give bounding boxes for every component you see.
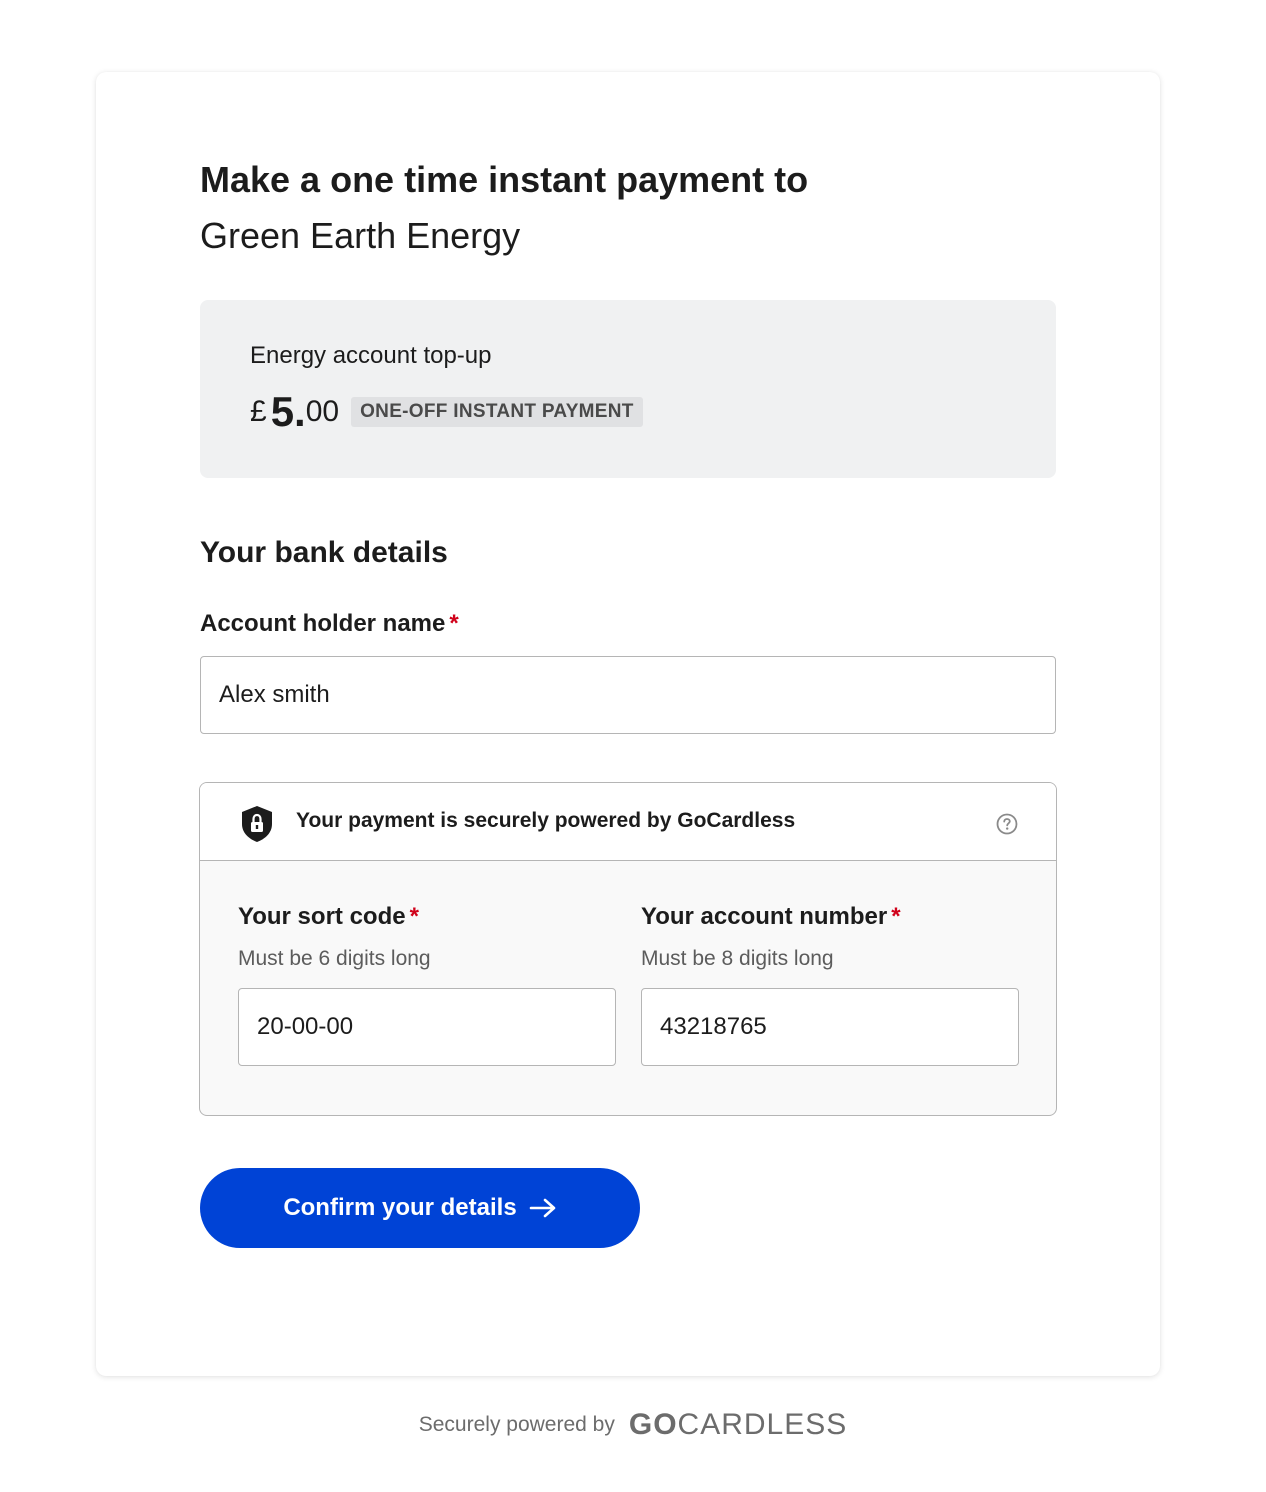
page-title: Make a one time instant payment to xyxy=(200,159,809,200)
amount-major: 5. xyxy=(270,388,306,435)
sort-code-hint: Must be 6 digits long xyxy=(238,947,431,970)
account-number-input[interactable] xyxy=(641,988,1019,1066)
payment-type-badge: ONE-OFF INSTANT PAYMENT xyxy=(351,397,643,427)
footer-text: Securely powered by xyxy=(418,1413,615,1436)
arrow-right-icon xyxy=(529,1198,555,1218)
account-number-hint: Must be 8 digits long xyxy=(641,947,834,970)
sort-code-label: Your sort code * xyxy=(238,903,419,931)
secure-details-box: Your payment is securely powered by GoCa… xyxy=(199,782,1057,1116)
shield-lock-icon xyxy=(242,806,272,842)
account-holder-label-text: Account holder name xyxy=(200,610,446,637)
amount-minor: 00 xyxy=(305,395,340,428)
question-circle-icon[interactable] xyxy=(996,813,1018,835)
confirm-details-button[interactable]: Confirm your details xyxy=(200,1168,640,1248)
secure-header: Your payment is securely powered by GoCa… xyxy=(200,783,1056,861)
account-number-label-text: Your account number xyxy=(641,903,888,930)
merchant-name: Green Earth Energy xyxy=(200,215,521,256)
required-mark: * xyxy=(891,903,901,930)
footer: Securely powered by GOCARDLESS xyxy=(0,1408,1266,1442)
bank-details-heading: Your bank details xyxy=(200,536,448,569)
payment-summary: Energy account top-up £ 5. 00 ONE-OFF IN… xyxy=(200,300,1056,478)
sort-code-label-text: Your sort code xyxy=(238,903,406,930)
currency-symbol: £ xyxy=(250,395,267,428)
required-mark: * xyxy=(449,610,459,637)
payment-card: Make a one time instant payment to Green… xyxy=(96,72,1160,1376)
account-holder-input[interactable] xyxy=(200,656,1056,734)
account-number-label: Your account number * xyxy=(641,903,901,931)
sort-code-input[interactable] xyxy=(238,988,616,1066)
payment-amount: £ 5. 00 ONE-OFF INSTANT PAYMENT xyxy=(250,388,643,436)
gocardless-logo: GOCARDLESS xyxy=(629,1408,847,1442)
account-holder-label: Account holder name * xyxy=(200,610,459,638)
logo-cardless: CARDLESS xyxy=(677,1408,848,1441)
logo-go: GO xyxy=(628,1408,678,1441)
secure-notice: Your payment is securely powered by GoCa… xyxy=(296,809,796,832)
payment-description: Energy account top-up xyxy=(250,342,492,369)
confirm-button-label: Confirm your details xyxy=(283,1194,517,1221)
required-mark: * xyxy=(409,903,419,930)
